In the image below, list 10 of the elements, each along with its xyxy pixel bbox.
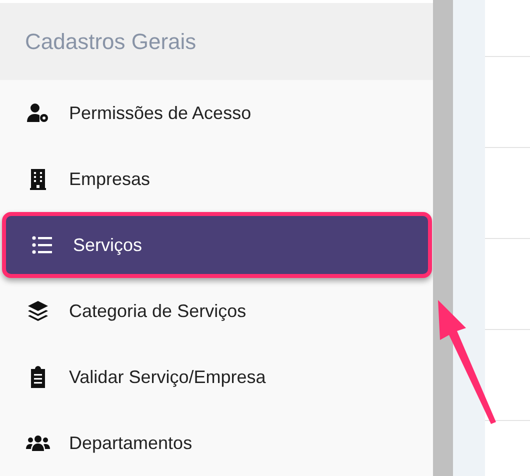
list-icon — [29, 233, 55, 257]
scrollbar[interactable] — [433, 0, 453, 476]
menu-item[interactable]: Categoria de Serviços — [0, 278, 433, 344]
menu-item[interactable]: Serviços — [2, 212, 432, 278]
menu-item[interactable]: Departamentos — [0, 410, 433, 476]
menu-item[interactable]: Empresas — [0, 146, 433, 212]
user-gear-icon — [25, 101, 51, 125]
menu-item[interactable]: Validar Serviço/Empresa — [0, 344, 433, 410]
section-title: Cadastros Gerais — [25, 28, 196, 54]
menu-item[interactable]: Permissões de Acesso — [0, 80, 433, 146]
